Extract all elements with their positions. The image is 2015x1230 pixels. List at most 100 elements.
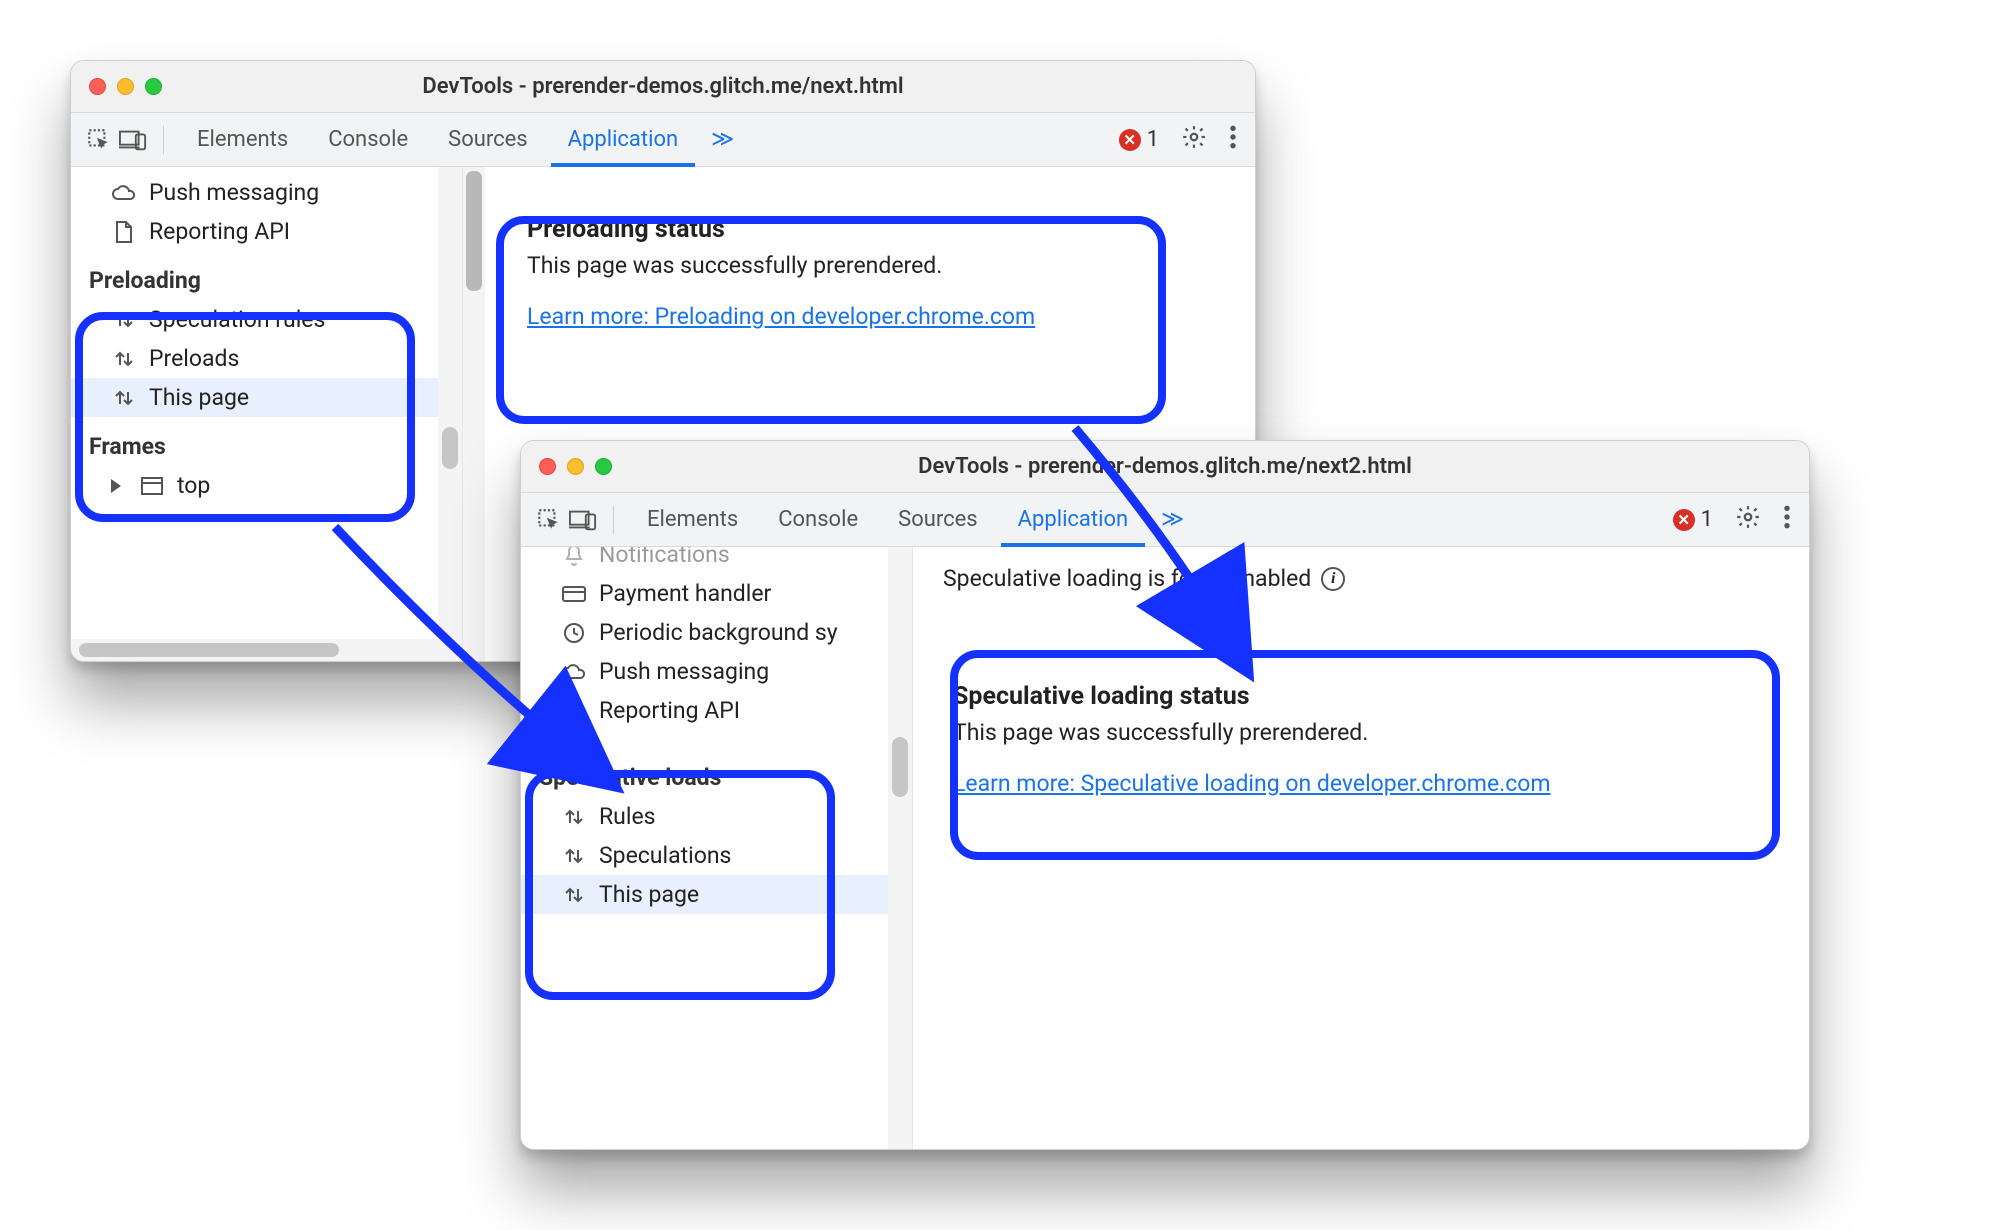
chevron-right-icon (111, 479, 121, 493)
inspect-icon[interactable] (535, 506, 563, 534)
sidebar-item-label: Speculation rules (149, 306, 325, 333)
doc-icon (561, 698, 587, 724)
tab-elements[interactable]: Elements (180, 113, 305, 167)
learn-more-link[interactable]: Learn more: Speculative loading on devel… (953, 770, 1551, 797)
updown-icon (561, 843, 587, 869)
sidebar-vscroll[interactable] (438, 167, 462, 661)
sidebar-hscroll[interactable] (71, 639, 462, 661)
panel-heading: Speculative loading status (953, 682, 1765, 711)
sidebar-item-top-frame[interactable]: top (71, 466, 462, 505)
bell-icon (561, 547, 587, 568)
window-icon (139, 473, 165, 499)
sidebar-item-label: Notifications (599, 547, 730, 568)
clock-icon (561, 620, 587, 646)
tab-sources[interactable]: Sources (881, 493, 995, 547)
tab-console[interactable]: Console (761, 493, 875, 547)
sidebar-item-label: Reporting API (599, 697, 740, 724)
separator (163, 126, 164, 154)
devtools-tab-bar: Elements Console Sources Application ≫ ✕… (71, 113, 1255, 167)
updown-icon (111, 385, 137, 411)
panel-heading: Preloading status (527, 215, 1211, 244)
main-panel: Speculative loading is force-enabled i S… (913, 547, 1809, 1149)
sidebar-item-preloads[interactable]: Preloads (71, 339, 462, 378)
sidebar-item-label: Payment handler (599, 580, 771, 607)
sidebar-item-label: top (177, 472, 210, 499)
titlebar[interactable]: DevTools - prerender-demos.glitch.me/nex… (521, 441, 1809, 493)
updown-icon (111, 346, 137, 372)
application-sidebar: Notifications Payment handler Periodic b… (521, 547, 913, 1149)
minimize-icon[interactable] (117, 78, 134, 95)
error-icon: ✕ (1673, 509, 1695, 531)
banner-text: Speculative loading is force-enabled (943, 565, 1311, 592)
learn-more-link[interactable]: Learn more: Preloading on developer.chro… (527, 303, 1035, 330)
info-icon[interactable]: i (1321, 567, 1345, 591)
more-tabs-icon[interactable]: ≫ (1151, 507, 1194, 532)
error-icon: ✕ (1119, 129, 1141, 151)
sidebar-item-label: This page (149, 384, 249, 411)
sidebar-item-label: Rules (599, 803, 656, 830)
doc-icon (111, 219, 137, 245)
sidebar-item-periodic-sync[interactable]: Periodic background sy (521, 613, 912, 652)
kebab-menu-icon[interactable] (1221, 124, 1245, 156)
gear-icon[interactable] (1727, 504, 1769, 536)
close-icon[interactable] (89, 78, 106, 95)
cloud-icon (561, 659, 587, 685)
separator (613, 506, 614, 534)
tab-application[interactable]: Application (1001, 493, 1145, 547)
sidebar-item-payment-handler[interactable]: Payment handler (521, 574, 912, 613)
sidebar-vscroll[interactable] (888, 547, 912, 1149)
sidebar-item-this-page[interactable]: This page (521, 875, 912, 914)
sidebar-item-label: Speculations (599, 842, 731, 869)
kebab-menu-icon[interactable] (1775, 504, 1799, 536)
sidebar-item-notifications[interactable]: Notifications (521, 547, 912, 574)
gear-icon[interactable] (1173, 124, 1215, 156)
tab-console[interactable]: Console (311, 113, 425, 167)
sidebar-item-speculations[interactable]: Speculations (521, 836, 912, 875)
tab-elements[interactable]: Elements (630, 493, 755, 547)
updown-icon (111, 307, 137, 333)
sidebar-item-push-messaging[interactable]: Push messaging (521, 652, 912, 691)
sidebar-group-speculative[interactable]: Speculative loads (521, 730, 912, 797)
sidebar-item-label: Push messaging (149, 179, 319, 206)
sidebar-item-label: Push messaging (599, 658, 769, 685)
error-badge[interactable]: ✕ 1 (1665, 507, 1721, 532)
close-icon[interactable] (539, 458, 556, 475)
inspect-icon[interactable] (85, 126, 113, 154)
devtools-window-2: DevTools - prerender-demos.glitch.me/nex… (520, 440, 1810, 1150)
updown-icon (561, 804, 587, 830)
panel-text: This page was successfully prerendered. (527, 252, 1211, 279)
error-count: 1 (1701, 507, 1713, 532)
error-count: 1 (1147, 127, 1159, 152)
traffic-lights (71, 78, 162, 95)
panel-text: This page was successfully prerendered. (953, 719, 1765, 746)
sidebar-item-label: Preloads (149, 345, 239, 372)
sidebar-item-reporting-api[interactable]: Reporting API (71, 212, 462, 251)
error-badge[interactable]: ✕ 1 (1111, 127, 1167, 152)
sidebar-item-label: Periodic background sy (599, 619, 838, 646)
card-icon (561, 581, 587, 607)
sidebar-item-label: This page (599, 881, 699, 908)
sidebar-group-frames[interactable]: Frames (71, 417, 462, 466)
sidebar-item-rules[interactable]: Rules (521, 797, 912, 836)
more-tabs-icon[interactable]: ≫ (701, 127, 744, 152)
cloud-icon (111, 180, 137, 206)
sidebar-item-push-messaging[interactable]: Push messaging (71, 173, 462, 212)
sidebar-group-preloading[interactable]: Preloading (71, 251, 462, 300)
device-toggle-icon[interactable] (119, 126, 147, 154)
zoom-icon[interactable] (595, 458, 612, 475)
titlebar[interactable]: DevTools - prerender-demos.glitch.me/nex… (71, 61, 1255, 113)
application-sidebar: Push messaging Reporting API Preloading … (71, 167, 463, 661)
device-toggle-icon[interactable] (569, 506, 597, 534)
sidebar-item-label: Reporting API (149, 218, 290, 245)
sidebar-item-reporting-api[interactable]: Reporting API (521, 691, 912, 730)
sidebar-item-speculation-rules[interactable]: Speculation rules (71, 300, 462, 339)
tab-sources[interactable]: Sources (431, 113, 545, 167)
updown-icon (561, 882, 587, 908)
tab-application[interactable]: Application (551, 113, 695, 167)
main-vscroll[interactable] (463, 167, 485, 661)
zoom-icon[interactable] (145, 78, 162, 95)
window-title: DevTools - prerender-demos.glitch.me/nex… (71, 74, 1255, 99)
sidebar-item-this-page[interactable]: This page (71, 378, 462, 417)
minimize-icon[interactable] (567, 458, 584, 475)
devtools-tab-bar: Elements Console Sources Application ≫ ✕… (521, 493, 1809, 547)
